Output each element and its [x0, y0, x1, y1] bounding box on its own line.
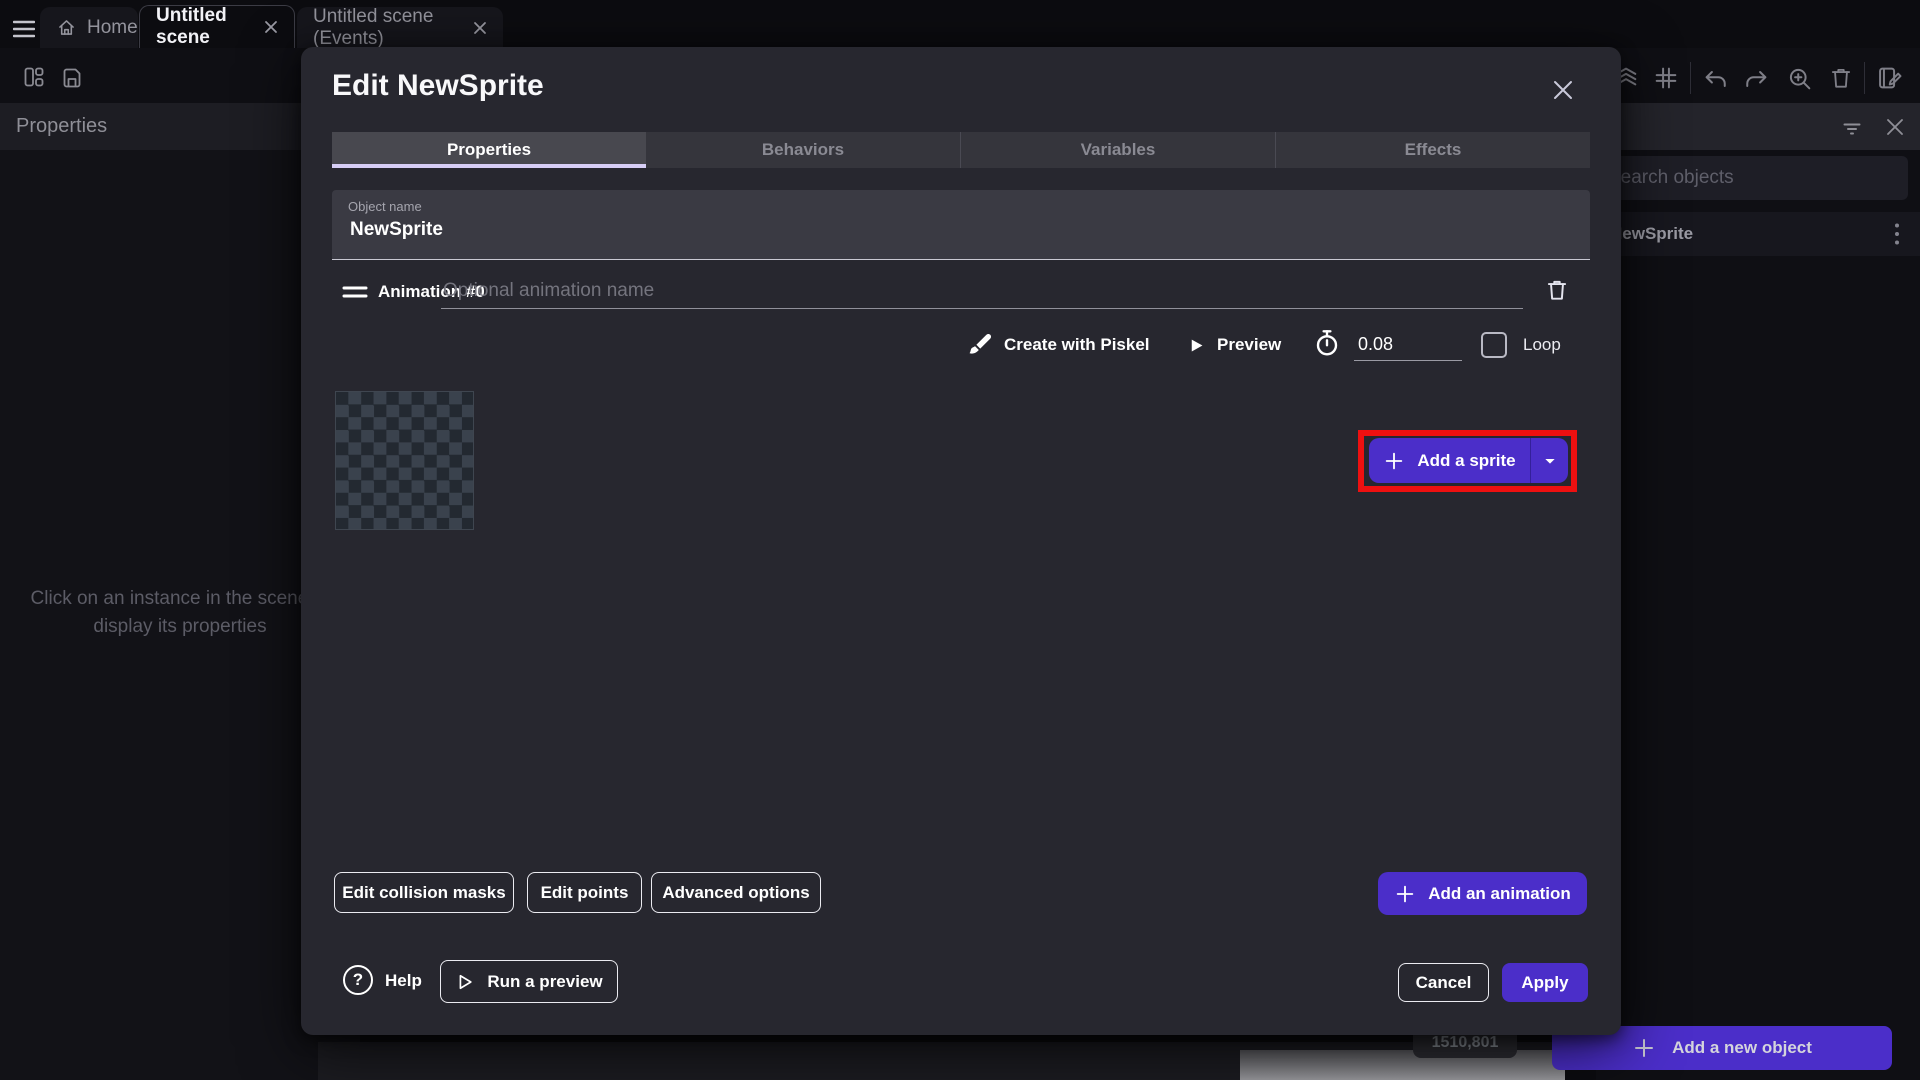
properties-panel-title: Properties — [16, 115, 107, 138]
play-icon — [1187, 336, 1206, 355]
loop-label: Loop — [1523, 335, 1561, 355]
plus-icon — [1383, 450, 1405, 472]
add-an-animation-button[interactable]: Add an animation — [1378, 872, 1587, 915]
save-icon[interactable] — [60, 64, 84, 90]
tab-properties[interactable]: Properties — [332, 132, 646, 168]
app-root: Home Untitled scene Untitled scene (Even… — [0, 0, 1920, 1080]
dialog-close-icon[interactable] — [1547, 74, 1579, 106]
zoom-in-icon[interactable] — [1786, 65, 1814, 93]
dialog-tab-strip: Properties Behaviors Variables Effects — [332, 132, 1590, 168]
object-name-label: NewSprite — [1610, 224, 1693, 244]
object-list-item[interactable]: NewSprite — [1596, 212, 1920, 256]
object-name-field: Object name — [332, 190, 1590, 260]
edit-collision-masks-button[interactable]: Edit collision masks — [334, 872, 514, 913]
dialog-title: Edit NewSprite — [332, 69, 544, 103]
add-sprite-dropdown[interactable] — [1530, 438, 1568, 483]
brush-icon — [966, 331, 994, 359]
redo-icon[interactable] — [1742, 65, 1770, 93]
loop-checkbox[interactable] — [1481, 332, 1507, 358]
tab-untitled-scene[interactable]: Untitled scene — [139, 5, 295, 48]
help-icon: ? — [343, 965, 373, 995]
home-icon — [56, 17, 77, 38]
sprite-frame-thumbnail[interactable] — [335, 391, 474, 530]
hamburger-menu-icon[interactable] — [13, 20, 35, 38]
grid-icon[interactable] — [1652, 64, 1680, 92]
object-name-input[interactable] — [348, 218, 1552, 242]
preview-button[interactable]: Preview — [1217, 335, 1281, 355]
undo-icon[interactable] — [1702, 65, 1730, 93]
apply-button[interactable]: Apply — [1502, 963, 1588, 1002]
layout-panels-icon[interactable] — [22, 64, 46, 90]
tab-behaviors[interactable]: Behaviors — [646, 132, 960, 168]
run-a-preview-button[interactable]: Run a preview — [440, 960, 618, 1003]
search-objects-input[interactable] — [1600, 156, 1908, 200]
create-with-piskel-button[interactable]: Create with Piskel — [1004, 335, 1150, 355]
object-name-field-label: Object name — [348, 199, 422, 214]
delete-animation-icon[interactable] — [1544, 277, 1570, 303]
plus-icon — [1394, 883, 1416, 905]
stopwatch-icon — [1312, 328, 1342, 358]
add-a-sprite-button[interactable]: Add a sprite — [1369, 438, 1568, 483]
animation-name-input[interactable] — [441, 273, 1523, 309]
time-between-frames-input[interactable] — [1354, 329, 1462, 361]
scene-canvas-edge — [1240, 1050, 1565, 1080]
advanced-options-button[interactable]: Advanced options — [651, 872, 821, 913]
edit-scene-properties-icon[interactable] — [1876, 64, 1904, 92]
tab-label: Untitled scene (Events) — [313, 6, 453, 50]
objects-panel — [1596, 150, 1920, 1080]
help-button[interactable]: Help — [385, 971, 422, 991]
toolbar-separator — [1690, 62, 1691, 94]
objects-panel-header — [1596, 103, 1920, 150]
tab-bar: Home Untitled scene Untitled scene (Even… — [0, 0, 1920, 48]
edit-object-dialog: Edit NewSprite Properties Behaviors Vari… — [301, 47, 1621, 1035]
plus-icon — [1632, 1036, 1656, 1060]
kebab-menu-icon[interactable] — [1894, 222, 1900, 246]
tab-effects[interactable]: Effects — [1275, 132, 1590, 168]
cancel-button[interactable]: Cancel — [1398, 963, 1489, 1002]
filter-icon[interactable] — [1840, 116, 1864, 140]
tab-label: Home — [87, 17, 138, 39]
caret-down-icon — [1542, 453, 1558, 469]
trash-icon[interactable] — [1828, 65, 1854, 91]
tab-home[interactable]: Home — [40, 7, 138, 48]
tab-label: Untitled scene — [156, 5, 244, 49]
tab-untitled-scene-events[interactable]: Untitled scene (Events) — [297, 7, 503, 48]
edit-points-button[interactable]: Edit points — [527, 872, 642, 913]
tab-variables[interactable]: Variables — [960, 132, 1275, 168]
play-outline-icon — [455, 972, 475, 992]
tab-close-icon[interactable] — [473, 21, 487, 35]
close-panel-icon[interactable] — [1884, 116, 1906, 138]
tab-close-icon[interactable] — [264, 20, 278, 34]
toolbar-separator — [1864, 62, 1865, 94]
drag-handle-icon[interactable] — [342, 285, 368, 299]
